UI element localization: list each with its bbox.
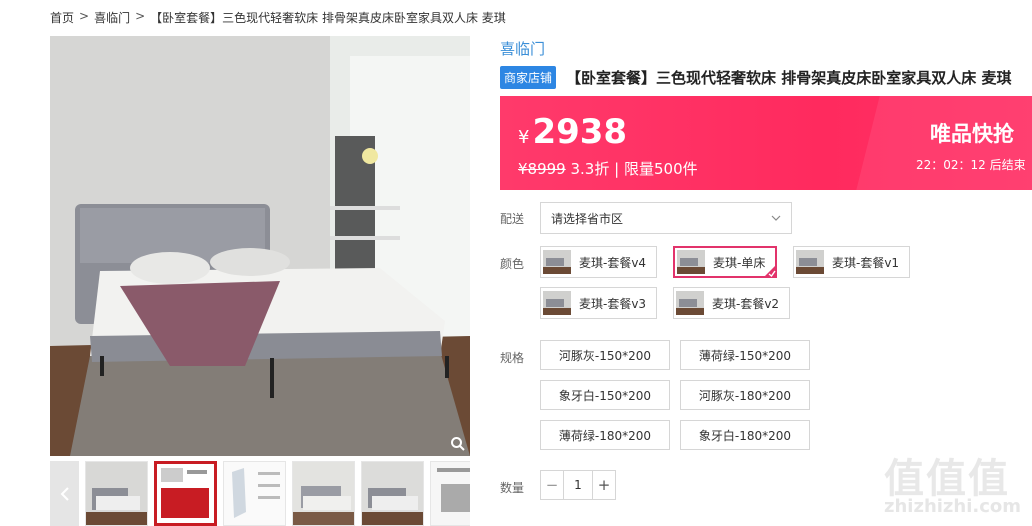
region-select-placeholder: 请选择省市区: [551, 211, 624, 226]
color-option-label: 麦琪-套餐v4: [579, 255, 647, 270]
countdown: 22：02：12: [916, 158, 986, 172]
delivery-label: 配送: [500, 212, 525, 226]
zoom-icon[interactable]: [450, 436, 466, 452]
region-select[interactable]: 请选择省市区: [540, 202, 792, 234]
thumbnail-image: [224, 462, 285, 525]
breadcrumb-home[interactable]: 首页: [50, 9, 74, 26]
quantity-stepper: − 1 +: [540, 470, 616, 500]
check-icon: [763, 264, 778, 278]
shop-name-link[interactable]: 喜临门: [500, 38, 545, 59]
thumbnail-image: [362, 462, 423, 525]
thumbnail-strip: [50, 461, 470, 526]
watermark: 值值值 zhizhizhi.com: [870, 440, 1032, 526]
thumbnail[interactable]: [430, 461, 470, 526]
price-details: ¥8999 3.3折 | 限量500件: [518, 158, 698, 179]
color-option-thumbnail: [796, 250, 824, 274]
breadcrumb-product: 【卧室套餐】三色现代轻奢软床 排骨架真皮床卧室家具双人床 麦琪: [150, 11, 506, 25]
thumbnail[interactable]: [292, 461, 355, 526]
color-option-thumbnail: [543, 250, 571, 274]
spec-option[interactable]: 薄荷绿-180*200: [540, 420, 670, 450]
thumb-prev-button[interactable]: [50, 461, 79, 526]
spec-option[interactable]: 河豚灰-150*200: [540, 340, 670, 370]
color-option[interactable]: 麦琪-套餐v4: [540, 246, 658, 278]
quantity-label: 数量: [500, 481, 525, 495]
breadcrumb-shop[interactable]: 喜临门: [94, 9, 130, 26]
thumbnail[interactable]: [361, 461, 424, 526]
color-option-label: 麦琪-单床: [713, 255, 766, 270]
spec-option[interactable]: 薄荷绿-150*200: [680, 340, 810, 370]
breadcrumb-separator: >: [135, 9, 146, 23]
color-option-thumbnail: [676, 291, 704, 315]
spec-option[interactable]: 象牙白-150*200: [540, 380, 670, 410]
spec-option[interactable]: 象牙白-180*200: [680, 420, 810, 450]
currency-symbol: ¥: [518, 127, 530, 148]
chevron-left-icon: [60, 486, 69, 501]
breadcrumb: 首页 > 喜临门 > 【卧室套餐】三色现代轻奢软床 排骨架真皮床卧室家具双人床 …: [50, 9, 506, 26]
color-option-selected[interactable]: 麦琪-单床: [673, 246, 778, 278]
discount-text: 3.3折: [570, 160, 610, 178]
flash-sale-timer: 22：02：12 后结束: [916, 156, 1026, 173]
quantity-input[interactable]: 1: [563, 471, 593, 499]
price-banner: ¥ 2938 ¥8999 3.3折 | 限量500件 唯品快抢 22：02：12…: [500, 96, 1032, 190]
spec-option[interactable]: 河豚灰-180*200: [680, 380, 810, 410]
limit-separator: |: [614, 160, 620, 178]
limit-text: 限量500件: [623, 160, 698, 178]
chevron-down-icon: [771, 215, 781, 221]
store-badge: 商家店铺: [500, 66, 557, 89]
thumbnail[interactable]: [85, 461, 148, 526]
color-option-label: 麦琪-套餐v3: [579, 296, 647, 311]
countdown-suffix: 后结束: [989, 158, 1026, 172]
color-option-thumbnail: [543, 291, 571, 315]
thumbnail[interactable]: [223, 461, 286, 526]
price-value: 2938: [532, 112, 628, 152]
quantity-increase-button[interactable]: +: [593, 471, 615, 499]
color-label: 颜色: [500, 257, 525, 271]
original-price: ¥8999: [518, 160, 566, 178]
flash-sale-title: 唯品快抢: [930, 122, 1014, 146]
color-option-label: 麦琪-套餐v1: [832, 255, 900, 270]
color-option[interactable]: 麦琪-套餐v2: [673, 287, 791, 319]
spec-label: 规格: [500, 351, 525, 365]
breadcrumb-separator: >: [79, 9, 90, 23]
color-option[interactable]: 麦琪-套餐v1: [793, 246, 911, 278]
product-title: 【卧室套餐】三色现代轻奢软床 排骨架真皮床卧室家具双人床 麦琪: [566, 69, 1012, 87]
thumbnail-image: [293, 462, 354, 525]
thumbnail-image: [431, 462, 470, 525]
quantity-decrease-button[interactable]: −: [541, 471, 563, 499]
thumbnail-selected[interactable]: [154, 461, 217, 526]
color-option-thumbnail: [677, 250, 705, 274]
thumbnail-image: [157, 464, 214, 523]
color-option-label: 麦琪-套餐v2: [712, 296, 780, 311]
bed-photo: [50, 36, 470, 456]
thumbnail-image: [86, 462, 147, 525]
product-title-row: 商家店铺 【卧室套餐】三色现代轻奢软床 排骨架真皮床卧室家具双人床 麦琪: [500, 66, 1032, 89]
current-price: ¥ 2938: [518, 112, 627, 152]
color-option[interactable]: 麦琪-套餐v3: [540, 287, 658, 319]
product-main-image[interactable]: [50, 36, 470, 456]
watermark-url: zhizhizhi.com: [884, 496, 1022, 517]
